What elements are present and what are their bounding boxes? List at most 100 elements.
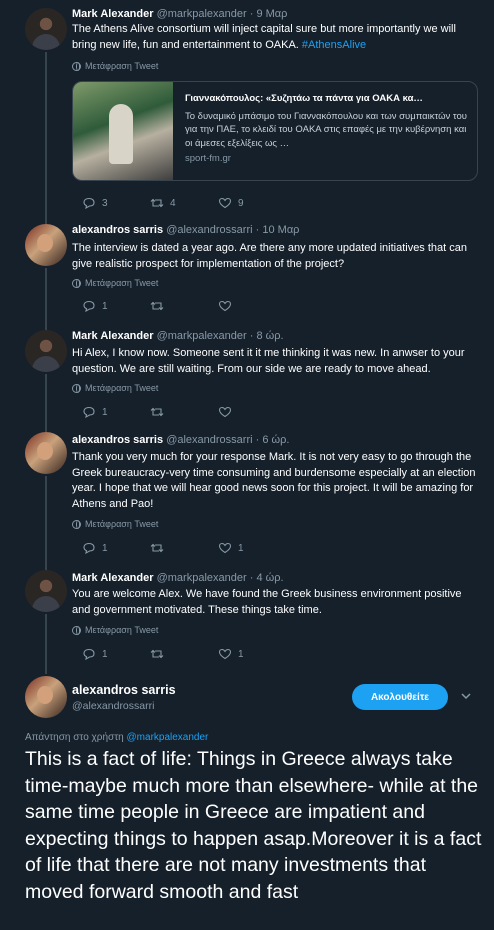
heart-icon [218,197,232,209]
translate-tweet-link[interactable]: Μετάφραση Tweet [72,278,158,288]
translate-label: Μετάφραση Tweet [85,519,159,529]
tweet-header: Mark Alexander @markpalexander · 4 ώρ. [72,572,284,584]
reply-button[interactable]: 1 [82,542,150,554]
mention-link[interactable]: @markpalexander [127,732,209,743]
tweet-text: Thank you very much for your response Ma… [72,451,476,510]
thread-line [45,614,47,674]
hashtag-link[interactable]: #AthensAlive [302,39,366,51]
author-handle[interactable]: @markpalexander [157,572,247,584]
tweet-body: The Athens Alive consortium will inject … [72,23,456,51]
tweet-header: Mark Alexander @markpalexander · 8 ώρ. [72,330,284,342]
thread-line [45,268,47,330]
author-handle[interactable]: @markpalexander [157,330,247,342]
heart-icon [218,542,232,554]
author-name[interactable]: Mark Alexander [72,8,154,20]
globe-icon [72,625,81,635]
author-name[interactable]: Mark Alexander [72,330,154,342]
retweet-icon [150,406,164,418]
author-name[interactable]: alexandros sarris [72,434,163,446]
like-button[interactable] [218,406,286,418]
avatar[interactable] [25,8,67,50]
author-handle[interactable]: @alexandrossarri [166,434,252,446]
following-button[interactable]: Ακολουθείτε [352,684,448,710]
link-preview-card[interactable]: Γιαννακόπουλος: «Συζητάω τα πάντα για ΟΑ… [72,81,478,181]
retweet-button[interactable] [150,300,218,312]
retweet-button[interactable]: 4 [150,197,218,209]
avatar[interactable] [25,224,67,266]
thread-line [45,52,47,224]
timestamp[interactable]: 8 ώρ. [256,330,283,342]
tweet-header: alexandros sarris @alexandrossarri · 6 ώ… [72,434,289,446]
chevron-down-icon[interactable] [460,690,472,702]
reply-button[interactable]: 3 [82,197,150,209]
globe-icon [72,278,81,288]
like-button[interactable]: 1 [218,648,286,660]
author-name[interactable]: alexandros sarris [72,683,176,697]
like-button[interactable]: 9 [218,197,286,209]
translate-tweet-link[interactable]: Μετάφραση Tweet [72,625,158,635]
tweet-actions: 1 [82,300,286,312]
retweet-button[interactable] [150,648,218,660]
retweet-icon [150,542,164,554]
separator: · [249,8,254,20]
author-handle[interactable]: @markpalexander [157,8,247,20]
thread-line [45,374,47,432]
author-name[interactable]: alexandros sarris [72,224,163,236]
tweet-text: The interview is dated a year ago. Are t… [72,242,468,270]
heart-icon [218,406,232,418]
reply-button[interactable]: 1 [82,300,150,312]
card-body: Γιαννακόπουλος: «Συζητάω τα πάντα για ΟΑ… [173,82,477,180]
globe-icon [72,383,81,393]
translate-tweet-link[interactable]: Μετάφραση Tweet [72,61,158,71]
timestamp[interactable]: 10 Μαρ [262,224,299,236]
reply-button[interactable]: 1 [82,648,150,660]
card-description: Το δυναμικό μπάσιμο του Γιαννακόπουλου κ… [185,110,467,149]
like-count: 9 [238,197,244,209]
timestamp[interactable]: 4 ώρ. [256,572,283,584]
reply-button[interactable]: 1 [82,406,150,418]
separator: · [255,434,260,446]
avatar[interactable] [25,676,67,718]
author-handle[interactable]: @alexandrossarri [166,224,252,236]
timestamp[interactable]: 9 Μαρ [256,8,287,20]
tweet-text: The Athens Alive consortium will inject … [72,22,482,53]
globe-icon [72,61,81,71]
reply-prefix: Απάντηση στο χρήστη [25,732,124,743]
separator: · [249,330,254,342]
reply-count: 1 [102,542,108,554]
translate-tweet-link[interactable]: Μετάφραση Tweet [72,519,158,529]
retweet-icon [150,300,164,312]
avatar[interactable] [25,330,67,372]
main-tweet-text: This is a fact of life: Things in Greece… [25,748,482,903]
like-button[interactable]: 1 [218,542,286,554]
reply-icon [82,300,96,312]
reply-icon [82,197,96,209]
reply-count: 1 [102,406,108,418]
author-handle[interactable]: @alexandrossarri [72,700,154,712]
retweet-button[interactable] [150,542,218,554]
author-name[interactable]: Mark Alexander [72,572,154,584]
tweet-header: alexandros sarris @alexandrossarri · 10 … [72,224,299,236]
like-count: 1 [238,648,244,660]
reply-context: Απάντηση στο χρήστη @markpalexander [25,732,208,743]
globe-icon [72,519,81,529]
tweet-text: Hi Alex, I know now. Someone sent it it … [72,347,465,375]
retweet-count: 4 [170,197,176,209]
tweet-text: You are welcome Alex. We have found the … [72,588,462,616]
like-button[interactable] [218,300,286,312]
avatar[interactable] [25,432,67,474]
timestamp[interactable]: 6 ώρ. [262,434,289,446]
heart-icon [218,300,232,312]
reply-count: 3 [102,197,108,209]
reply-count: 1 [102,648,108,660]
translate-label: Μετάφραση Tweet [85,383,159,393]
retweet-icon [150,648,164,660]
tweet-actions: 1 1 [82,542,286,554]
avatar[interactable] [25,570,67,612]
thread-line [45,476,47,570]
card-image [73,82,173,180]
tweet-actions: 3 4 9 [82,197,286,209]
translate-tweet-link[interactable]: Μετάφραση Tweet [72,383,158,393]
translate-label: Μετάφραση Tweet [85,625,159,635]
retweet-button[interactable] [150,406,218,418]
